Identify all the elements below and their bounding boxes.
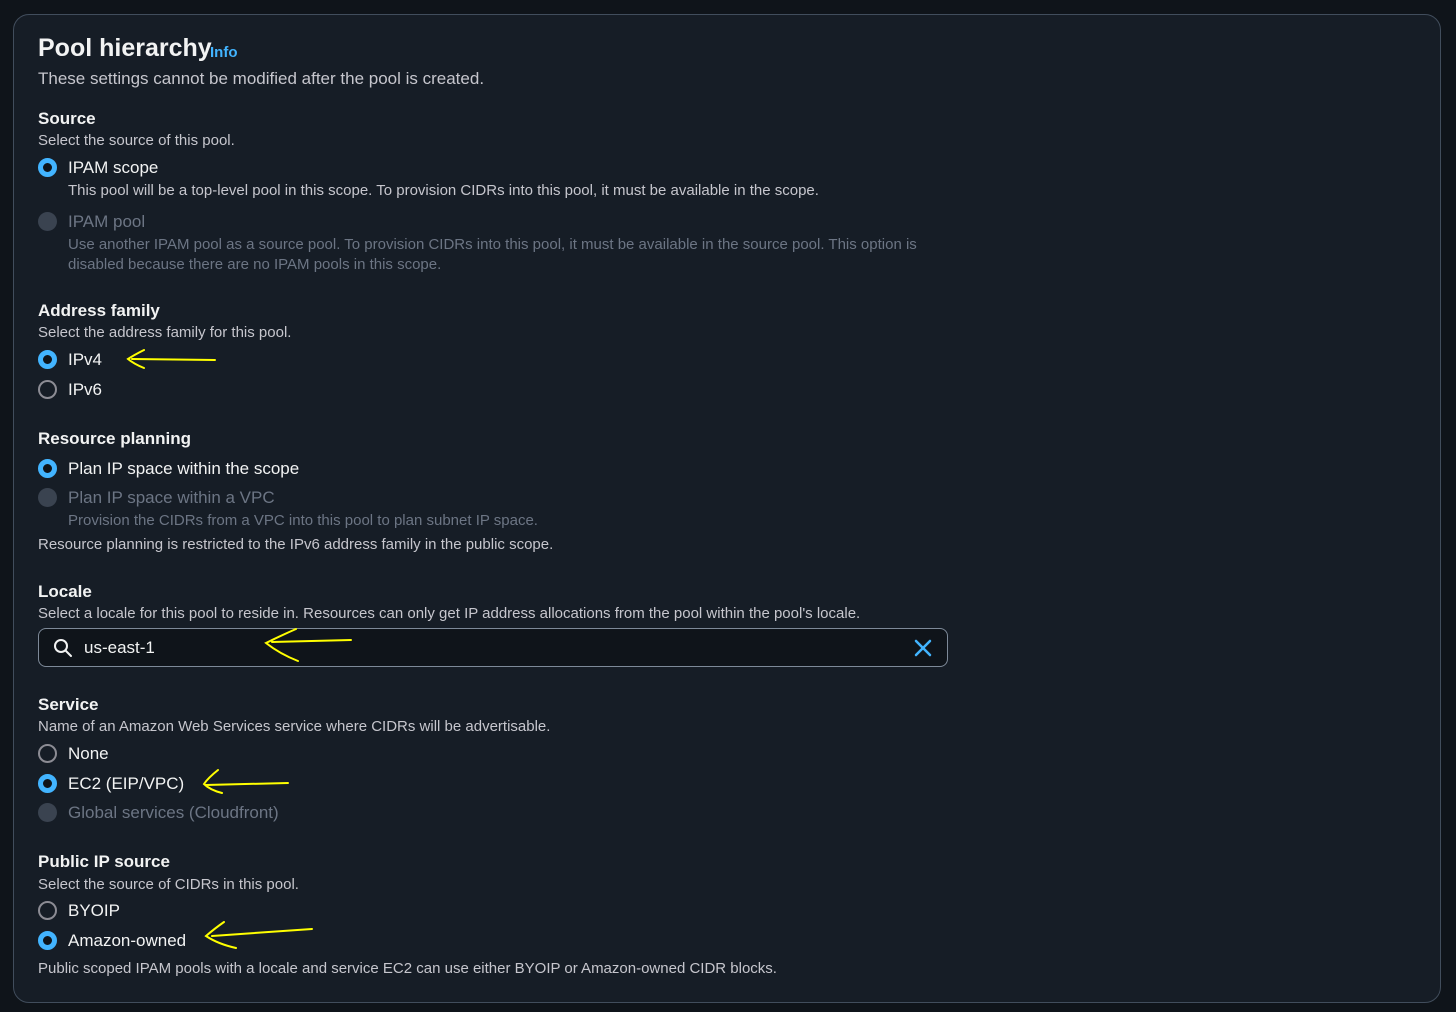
option-desc-ipam-pool: Use another IPAM pool as a source pool. …: [68, 236, 917, 273]
radio-ipv4[interactable]: [38, 350, 57, 369]
annotation-arrow-ipv4: [126, 349, 216, 369]
option-label-plan-scope[interactable]: Plan IP space within the scope: [68, 459, 299, 479]
annotation-arrow-ec2: [202, 769, 289, 794]
resource-planning-title: Resource planning: [38, 429, 192, 448]
source-title: Source: [38, 109, 96, 128]
public-ip-source-note: Public scoped IPAM pools with a locale a…: [38, 960, 777, 977]
option-label-ipam-pool: IPAM pool: [68, 212, 146, 231]
radio-ipv6[interactable]: [38, 380, 57, 399]
option-label-amazon-owned[interactable]: Amazon-owned: [68, 931, 186, 951]
page-subtitle: These settings cannot be modified after …: [38, 69, 485, 88]
option-label-service-ec2[interactable]: EC2 (EIP/VPC): [68, 774, 184, 794]
search-icon: [54, 639, 72, 657]
locale-value[interactable]: us-east-1: [84, 638, 155, 658]
source-description: Select the source of this pool.: [38, 132, 235, 149]
option-label-service-global: Global services (Cloudfront): [68, 803, 279, 822]
resource-planning-note: Resource planning is restricted to the I…: [38, 536, 554, 553]
page-title: Pool hierarchy: [38, 34, 212, 62]
radio-plan-vpc: [38, 488, 57, 507]
radio-byoip[interactable]: [38, 901, 57, 920]
option-label-plan-vpc: Plan IP space within a VPC: [68, 488, 275, 507]
public-ip-source-description: Select the source of CIDRs in this pool.: [38, 876, 299, 893]
option-label-ipam-scope[interactable]: IPAM scope: [68, 158, 158, 178]
annotation-arrow-amazon-owned: [204, 921, 313, 949]
address-family-title: Address family: [38, 301, 160, 320]
address-family-description: Select the address family for this pool.: [38, 324, 292, 341]
radio-plan-scope[interactable]: [38, 459, 57, 478]
radio-amazon-owned[interactable]: [38, 931, 57, 950]
option-desc-plan-vpc: Provision the CIDRs from a VPC into this…: [68, 512, 538, 529]
close-icon[interactable]: [913, 638, 933, 658]
option-label-service-none[interactable]: None: [68, 744, 109, 764]
radio-service-global: [38, 803, 57, 822]
annotation-arrow-locale: [264, 628, 352, 662]
service-title: Service: [38, 695, 99, 714]
locale-title: Locale: [38, 582, 92, 601]
locale-description: Select a locale for this pool to reside …: [38, 605, 861, 622]
option-label-byoip[interactable]: BYOIP: [68, 901, 120, 921]
locale-search-input[interactable]: us-east-1: [38, 628, 948, 667]
radio-service-ec2[interactable]: [38, 774, 57, 793]
option-desc-ipam-scope: This pool will be a top-level pool in th…: [68, 182, 819, 199]
public-ip-source-title: Public IP source: [38, 852, 170, 871]
info-link[interactable]: Info: [210, 44, 238, 61]
radio-service-none[interactable]: [38, 744, 57, 763]
option-label-ipv6[interactable]: IPv6: [68, 380, 102, 400]
pool-hierarchy-panel: [13, 14, 1441, 1003]
radio-ipam-pool: [38, 212, 57, 231]
service-description: Name of an Amazon Web Services service w…: [38, 718, 551, 735]
radio-ipam-scope[interactable]: [38, 158, 57, 177]
option-label-ipv4[interactable]: IPv4: [68, 350, 102, 370]
